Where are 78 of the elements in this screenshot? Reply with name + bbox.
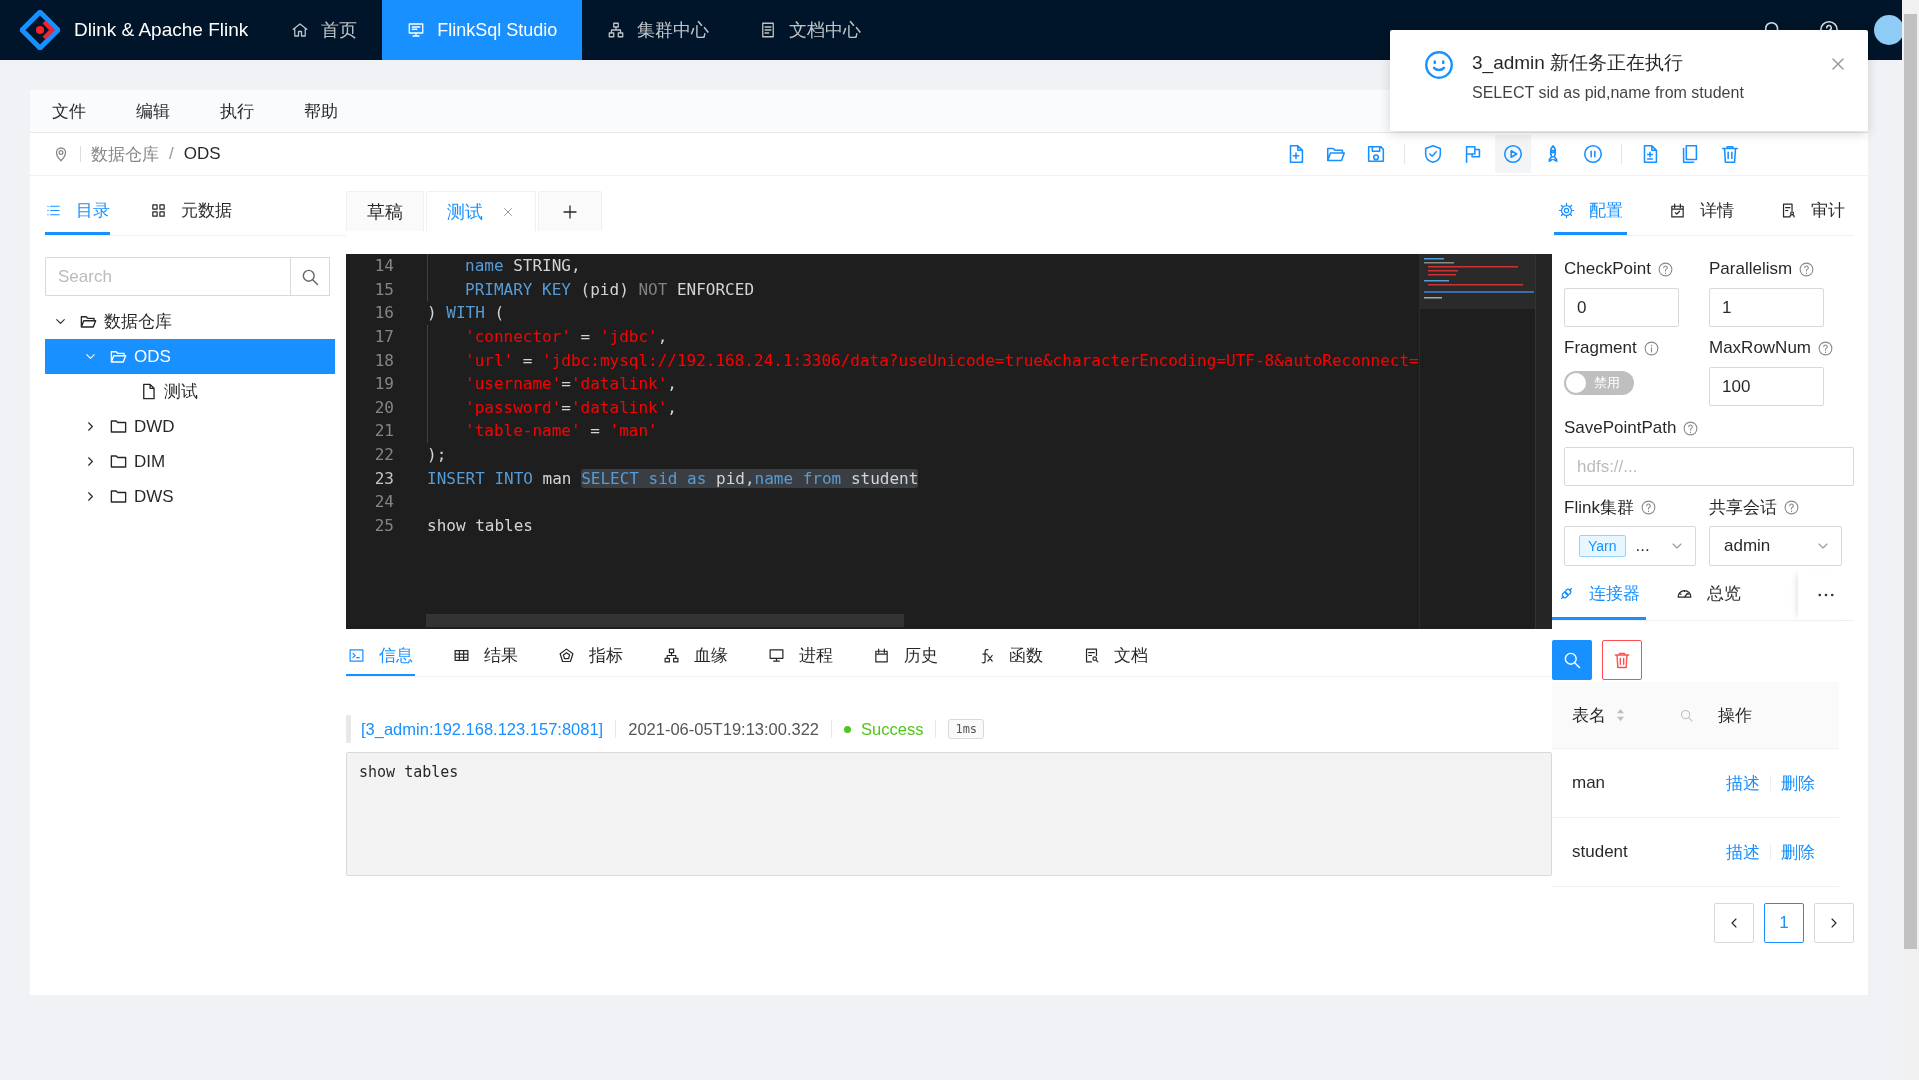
column-header: 操作 [1718, 704, 1752, 727]
line-number: 25 [373, 515, 394, 535]
line-number: 21 [373, 421, 394, 441]
code-line: show tables [427, 515, 533, 535]
breadcrumb-item[interactable]: 数据仓库 [91, 142, 159, 166]
menu-item[interactable]: 执行 [220, 99, 254, 123]
editor-tab[interactable]: 草稿 [346, 191, 424, 231]
line-number: 18 [373, 350, 394, 370]
input-field[interactable]: hdfs://... [1564, 447, 1854, 486]
menu-item[interactable]: 帮助 [304, 99, 338, 123]
output-tab[interactable]: 文档 [1081, 636, 1150, 676]
timestamp: 2021-06-05T19:13:00.322 [628, 719, 820, 739]
code-line: PRIMARY KEY (pid) NOT ENFORCED [465, 279, 754, 299]
field-label: SavePointPath [1564, 418, 1677, 438]
panel-tab[interactable]: 详情 [1665, 195, 1738, 235]
status-text: Success [861, 719, 924, 739]
cluster-select[interactable]: Yarn ... [1564, 526, 1696, 566]
output-tab[interactable]: 历史 [871, 636, 940, 676]
line-number: 20 [373, 397, 394, 417]
search-field[interactable]: Search [45, 257, 290, 296]
code-line: 'connector' = 'jdbc', [465, 327, 668, 347]
panel-tab[interactable]: 审计 [1776, 195, 1849, 235]
nav-tab[interactable]: 集群中心 [582, 0, 735, 60]
breadcrumb-item: ODS [183, 144, 221, 164]
code-line: ) WITH ( [427, 303, 505, 323]
line-number: 16 [373, 303, 394, 323]
duration-badge: 1ms [948, 719, 985, 739]
code-line: 'url' = 'jdbc:mysql://192.168.24.1:3306/data?useUnicode=true&characterEncoding=UTF-8&autoReconnect= [465, 350, 1419, 370]
notification-message: SELECT sid as pid,name from student [1472, 84, 1745, 102]
sidebar-tab[interactable]: 元数据 [150, 195, 232, 235]
line-number: 22 [373, 445, 394, 465]
tree-item[interactable]: DWD [105, 409, 335, 444]
select-value: admin [1724, 536, 1772, 556]
app-title: Dlink & Apache Flink [74, 19, 249, 41]
output-tab[interactable]: 进程 [766, 636, 835, 676]
field-label: Fragment [1564, 338, 1637, 358]
line-number: 17 [373, 327, 394, 347]
tree-item[interactable]: DWS [105, 479, 335, 514]
field-label: 共享会话 [1709, 496, 1777, 519]
code-line: 'password'='datalink', [465, 397, 677, 417]
field-label: Parallelism [1709, 259, 1793, 279]
input-field[interactable]: 0 [1564, 288, 1679, 327]
select-value: ... [1635, 536, 1651, 556]
line-number: 15 [373, 279, 394, 299]
field-label: CheckPoint [1564, 259, 1651, 279]
tree-item[interactable]: 测试 [135, 374, 335, 409]
nav-tab[interactable]: 首页 [266, 0, 383, 60]
session-select[interactable]: admin [1709, 526, 1842, 566]
nav-tab[interactable]: 文档中心 [734, 0, 887, 60]
input-field[interactable]: 100 [1709, 367, 1824, 406]
code-line: ); [427, 445, 447, 465]
menu-item[interactable]: 编辑 [136, 99, 170, 123]
tree-item[interactable]: DIM [105, 444, 335, 479]
output-tab[interactable]: 函数 [976, 636, 1045, 676]
code-line: 'username'='datalink', [465, 374, 677, 394]
output-tab[interactable]: 结果 [451, 636, 520, 676]
table-cell-text: student [1572, 842, 1629, 862]
field-label: MaxRowNum [1709, 338, 1812, 358]
code-line: 'table-name' = 'man' [465, 421, 658, 441]
output-tab[interactable]: 指标 [556, 636, 625, 676]
line-number: 23 [373, 468, 394, 488]
menu-item[interactable]: 文件 [52, 99, 86, 123]
field-label: Flink集群 [1564, 496, 1634, 519]
code-line: INSERT INTO man SELECT sid as pid,name from student [427, 468, 919, 488]
line-number: 19 [373, 374, 394, 394]
console-output: show tables [346, 752, 1552, 876]
tag: Yarn [1579, 535, 1626, 557]
notification-title: 3_admin 新任务正在执行 [1472, 51, 1685, 76]
column-header[interactable]: 表名 [1572, 703, 1606, 727]
tree-item[interactable]: 数据仓库 [75, 304, 335, 339]
breadcrumb-separator: / [169, 144, 174, 164]
line-number: 24 [373, 492, 394, 512]
table-cell-text: man [1572, 773, 1607, 793]
output-tab[interactable]: 血缘 [661, 636, 730, 676]
code-line: name STRING, [465, 256, 581, 276]
line-number: 14 [373, 256, 394, 276]
input-field[interactable]: 1 [1709, 288, 1824, 327]
panel-tab[interactable]: 总览 [1670, 570, 1747, 620]
